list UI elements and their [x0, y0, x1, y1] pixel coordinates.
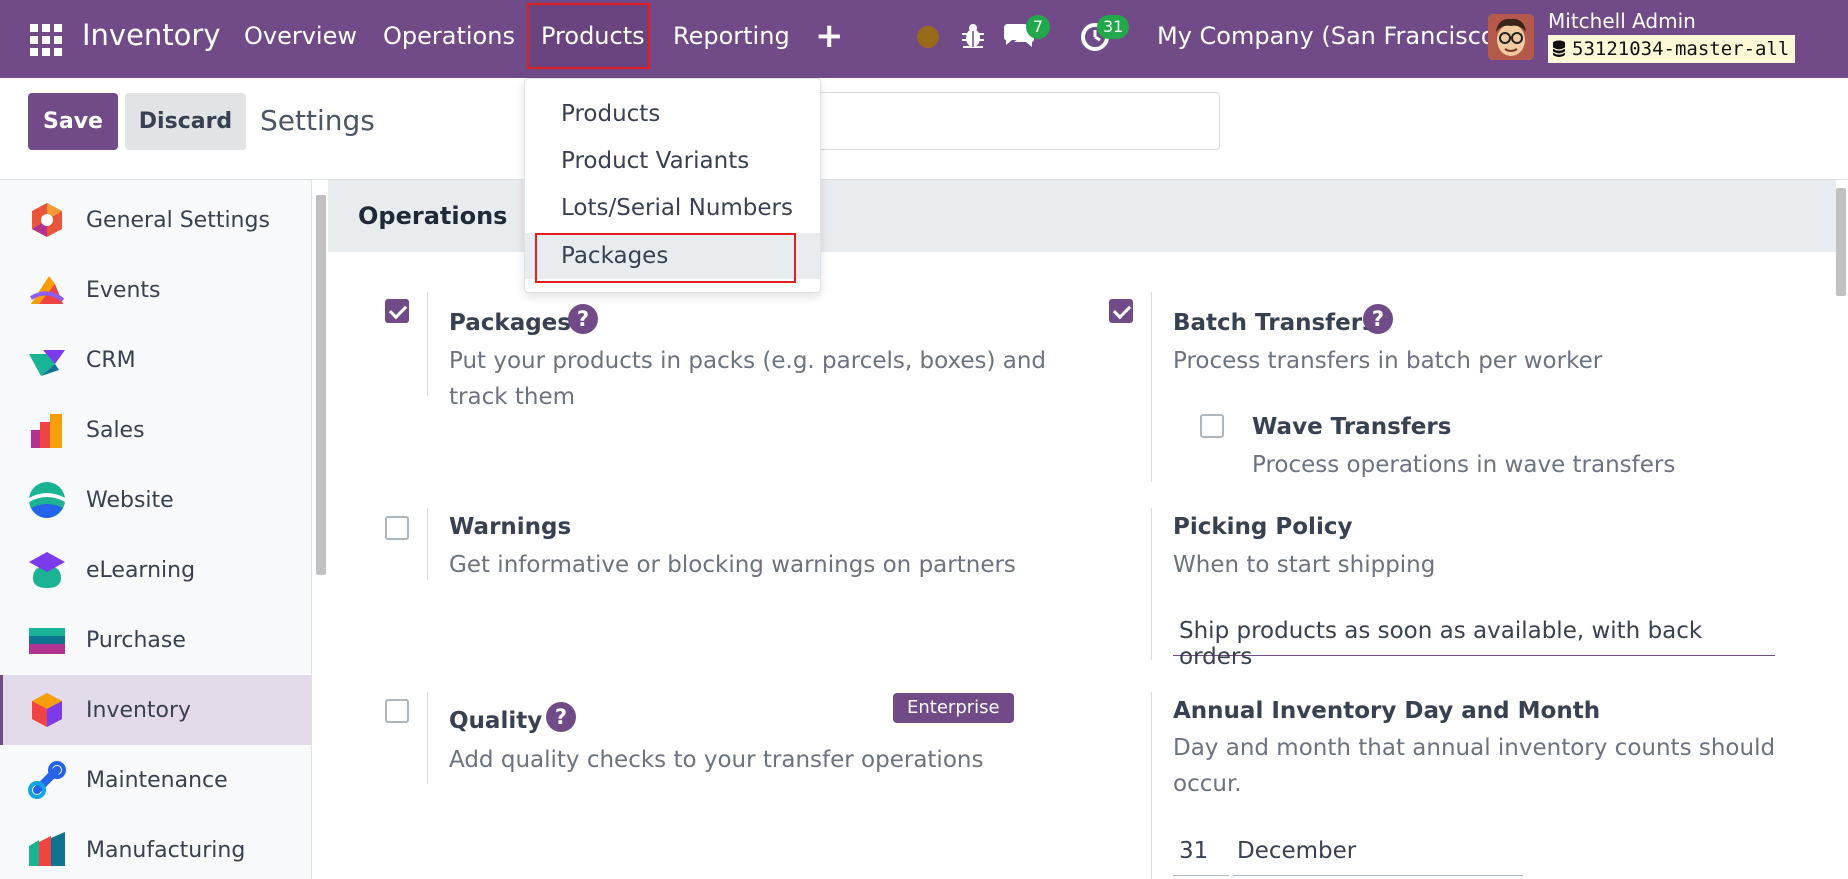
wave-transfers-checkbox[interactable]: [1200, 414, 1224, 438]
batch-transfers-checkbox[interactable]: [1109, 299, 1133, 323]
batch-transfers-help-icon[interactable]: ?: [1363, 304, 1393, 334]
products-dropdown-menu: Products Product Variants Lots/Serial Nu…: [524, 78, 821, 293]
menu-products[interactable]: Products: [541, 22, 645, 50]
picking-policy-description: When to start shipping: [1173, 552, 1436, 578]
sidebar-item-label: Events: [86, 277, 161, 303]
company-switcher[interactable]: My Company (San Francisco): [1157, 22, 1505, 50]
menu-overview[interactable]: Overview: [244, 22, 357, 50]
divider: [427, 508, 428, 580]
picking-policy-select[interactable]: Ship products as soon as available, with…: [1173, 612, 1775, 670]
packages-description-2: track them: [449, 384, 575, 410]
sales-icon: [31, 414, 62, 448]
bug-icon[interactable]: [960, 22, 986, 50]
quality-checkbox[interactable]: [385, 699, 409, 723]
dropdown-item-products[interactable]: Products: [525, 91, 820, 137]
menu-reporting[interactable]: Reporting: [673, 22, 790, 50]
sidebar-item-elearning[interactable]: eLearning: [0, 535, 312, 605]
packages-highlight: [535, 233, 796, 283]
sidebar-item-website[interactable]: Website: [0, 465, 312, 535]
batch-transfers-title: Batch Transfers: [1173, 310, 1376, 336]
quality-title: Quality: [449, 708, 543, 734]
warnings-title: Warnings: [449, 514, 572, 540]
events-icon: [29, 276, 65, 304]
sidebar-scrollbar[interactable]: [316, 195, 326, 575]
wave-transfers-title: Wave Transfers: [1252, 414, 1452, 440]
database-icon: [1552, 40, 1566, 57]
sidebar-item-manufacturing[interactable]: Manufacturing: [0, 815, 312, 879]
purchase-icon: [29, 628, 65, 654]
batch-transfers-description: Process transfers in batch per worker: [1173, 348, 1603, 374]
packages-description-1: Put your products in packs (e.g. parcels…: [449, 348, 1047, 374]
manufacturing-icon: [29, 832, 65, 866]
divider: [1151, 692, 1152, 879]
inventory-icon: [32, 693, 62, 727]
enterprise-badge[interactable]: Enterprise: [893, 693, 1014, 723]
sidebar-item-label: Sales: [86, 417, 145, 443]
quality-description: Add quality checks to your transfer oper…: [449, 747, 984, 773]
sidebar-item-events[interactable]: Events: [0, 255, 312, 325]
quality-help-icon[interactable]: ?: [546, 702, 576, 732]
crm-icon: [29, 350, 65, 376]
sidebar-item-purchase[interactable]: Purchase: [0, 605, 312, 675]
database-badge: 53121034-master-all: [1548, 35, 1796, 63]
sidebar-item-sales[interactable]: Sales: [0, 395, 312, 465]
general-settings-icon: [32, 203, 62, 237]
settings-search-input[interactable]: [810, 92, 1220, 150]
app-grid-icon[interactable]: [30, 24, 62, 56]
menu-operations[interactable]: Operations: [383, 22, 515, 50]
activity-count-badge: 31: [1097, 15, 1130, 39]
divider: [1151, 292, 1152, 482]
sidebar-item-label: General Settings: [86, 207, 270, 233]
app-name[interactable]: Inventory: [82, 18, 221, 52]
packages-title: Packages: [449, 310, 571, 336]
sidebar-item-label: Purchase: [86, 627, 186, 653]
content-scrollbar[interactable]: [1836, 188, 1846, 296]
annual-inventory-title: Annual Inventory Day and Month: [1173, 698, 1601, 724]
sidebar-item-maintenance[interactable]: Maintenance: [0, 745, 312, 815]
sidebar-item-crm[interactable]: CRM: [0, 325, 312, 395]
user-name[interactable]: Mitchell Admin: [1548, 9, 1696, 33]
page-title: Settings: [260, 104, 375, 137]
website-icon: [29, 482, 65, 518]
packages-checkbox[interactable]: [385, 299, 409, 323]
sidebar-item-label: Website: [86, 487, 174, 513]
divider: [427, 292, 428, 396]
user-avatar[interactable]: [1488, 14, 1534, 60]
discard-button[interactable]: Discard: [125, 93, 246, 150]
sidebar-item-label: eLearning: [86, 557, 196, 583]
database-name: 53121034-master-all: [1572, 38, 1790, 60]
sidebar-item-inventory[interactable]: Inventory: [0, 675, 312, 745]
top-navbar: Inventory Overview Operations Products R…: [0, 0, 1848, 78]
wave-transfers-description: Process operations in wave transfers: [1252, 452, 1676, 478]
warnings-checkbox[interactable]: [385, 516, 409, 540]
annual-inventory-description-2: occur.: [1173, 771, 1242, 797]
warnings-description: Get informative or blocking warnings on …: [449, 552, 1016, 578]
chat-count-badge: 7: [1026, 15, 1050, 39]
sidebar-item-label: Maintenance: [86, 767, 228, 793]
dropdown-item-product-variants[interactable]: Product Variants: [525, 138, 820, 184]
sidebar-item-general-settings[interactable]: General Settings: [0, 185, 312, 255]
control-panel: Save Discard Settings: [0, 78, 1848, 180]
sidebar-item-label: CRM: [86, 347, 136, 373]
settings-sidebar: General Settings Events CRM Sales Websit…: [0, 180, 312, 879]
divider: [1151, 508, 1152, 660]
sidebar-item-label: Manufacturing: [86, 837, 246, 863]
packages-help-icon[interactable]: ?: [568, 304, 598, 334]
elearning-icon: [29, 552, 65, 588]
annual-inventory-description-1: Day and month that annual inventory coun…: [1173, 735, 1776, 761]
divider: [427, 692, 428, 784]
save-button[interactable]: Save: [28, 93, 118, 150]
section-title: Operations: [358, 202, 508, 230]
status-dot-icon[interactable]: [917, 26, 939, 48]
plus-icon[interactable]: +: [815, 16, 844, 56]
picking-policy-title: Picking Policy: [1173, 514, 1353, 540]
annual-inventory-day-input[interactable]: 31: [1173, 832, 1229, 876]
sidebar-item-label: Inventory: [86, 697, 192, 723]
maintenance-icon: [28, 761, 66, 799]
dropdown-item-packages[interactable]: Packages: [525, 233, 820, 283]
dropdown-item-lots-serial-numbers[interactable]: Lots/Serial Numbers: [525, 185, 820, 231]
annual-inventory-month-select[interactable]: December: [1233, 832, 1523, 876]
